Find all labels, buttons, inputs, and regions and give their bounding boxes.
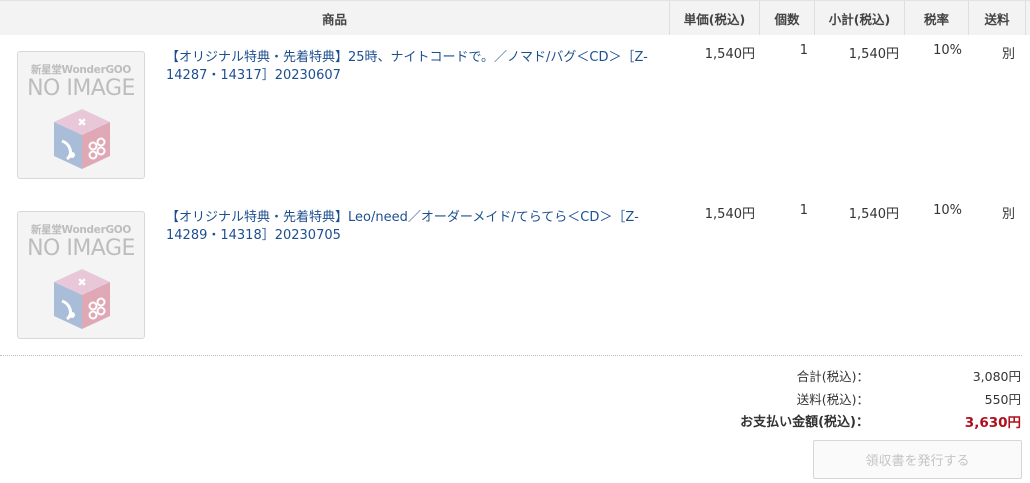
summary-divider [0, 355, 1022, 356]
shipping-fee: 別 [1001, 47, 1015, 62]
product-thumbnail[interactable]: 新星堂WonderGOO NO IMAGE ✖ [17, 51, 145, 179]
order-detail: 商品 単価(税込) 個数 小計(税込) 税率 送料 新星堂WonderGOO N… [0, 0, 1030, 483]
tax-rate: 10% [933, 43, 962, 58]
unit-price: 1,540円 [704, 47, 755, 62]
subtotal: 1,540円 [848, 47, 899, 62]
summary-total-value: 3,630円 [964, 415, 1021, 431]
no-image-cube-icon: ✖ [54, 269, 110, 329]
tax-rate: 10% [933, 203, 962, 218]
header-subtotal: 小計(税込) [814, 1, 904, 35]
summary-total-label: お支払い金額(税込)： [740, 415, 869, 430]
thumbnail-no-image-text: NO IMAGE [27, 236, 135, 261]
unit-price: 1,540円 [704, 207, 755, 222]
header-unit-price: 単価(税込) [669, 1, 759, 35]
product-title-link[interactable]: 【オリジナル特典・先着特典】Leo/need／オーダーメイド/てらてら＜CD＞［… [166, 209, 656, 245]
issue-receipt-button[interactable]: 領収書を発行する [813, 440, 1022, 479]
header-tax-rate: 税率 [904, 1, 968, 35]
quantity: 1 [799, 203, 808, 218]
summary-shipping-value: 550円 [984, 392, 1021, 407]
quantity: 1 [799, 43, 808, 58]
product-title-link[interactable]: 【オリジナル特典・先着特典】25時、ナイトコードで。／ノマド/バグ＜CD＞［Z-… [166, 49, 656, 85]
thumbnail-brand-text: 新星堂WonderGOO [30, 224, 132, 236]
no-image-cube-icon: ✖ [54, 109, 110, 169]
table-row: 新星堂WonderGOO NO IMAGE ✖ 【オリジナル特典・先着特典】25… [0, 35, 1030, 195]
summary-subtotal-label: 合計(税込)： [796, 369, 869, 384]
subtotal: 1,540円 [848, 207, 899, 222]
thumbnail-brand-text: 新星堂WonderGOO [30, 64, 132, 76]
svg-text:✖: ✖ [77, 276, 86, 289]
summary-shipping-label: 送料(税込)： [796, 392, 869, 407]
header-shipping: 送料 [968, 1, 1026, 35]
header-quantity: 個数 [759, 1, 814, 35]
thumbnail-no-image-text: NO IMAGE [27, 76, 135, 101]
table-header: 商品 単価(税込) 個数 小計(税込) 税率 送料 [0, 0, 1030, 35]
header-product: 商品 [321, 11, 347, 27]
summary-subtotal-value: 3,080円 [972, 369, 1021, 384]
shipping-fee: 別 [1001, 207, 1015, 222]
svg-text:✖: ✖ [77, 116, 86, 129]
product-thumbnail[interactable]: 新星堂WonderGOO NO IMAGE ✖ [17, 211, 145, 339]
table-row: 新星堂WonderGOO NO IMAGE ✖ 【オリジナル特典・先着特典】Le… [0, 195, 1030, 355]
